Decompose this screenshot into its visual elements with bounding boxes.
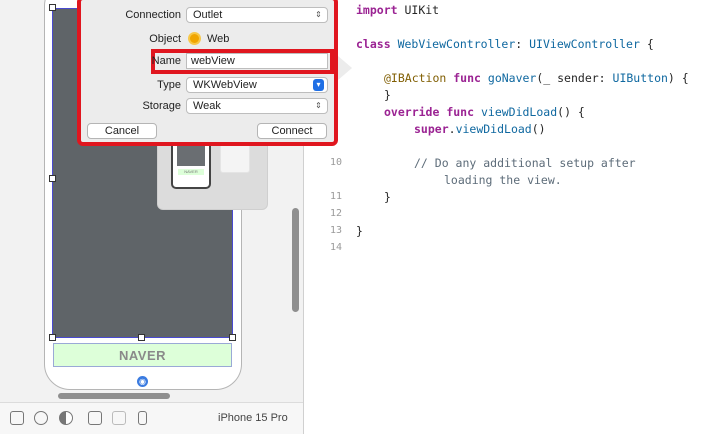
code-line: }	[384, 88, 391, 102]
code-line: class WebViewController: UIViewControlle…	[356, 37, 654, 51]
connection-value: Outlet	[193, 9, 223, 21]
line-number: 12	[329, 208, 342, 219]
accessibility-icon[interactable]	[34, 411, 48, 425]
line-number: 14	[329, 242, 342, 253]
storage-select[interactable]: Weak ⇕	[186, 98, 328, 114]
thumbnail-button: NAVER	[178, 169, 204, 175]
cancel-button[interactable]: Cancel	[87, 123, 157, 139]
code-line: super.viewDidLoad()	[414, 122, 546, 136]
name-label: Name	[151, 55, 181, 67]
type-select[interactable]: WKWebView ▾	[186, 77, 328, 93]
view-controller-icon	[188, 32, 201, 45]
connection-select[interactable]: Outlet ⇕	[186, 7, 328, 23]
type-label: Type	[157, 79, 181, 91]
storage-label: Storage	[142, 100, 181, 112]
resize-handle[interactable]	[49, 175, 56, 182]
code-line: loading the view.	[444, 173, 562, 187]
naver-button[interactable]: NAVER	[53, 343, 232, 367]
device-icon[interactable]	[138, 411, 147, 425]
line-number: 11	[329, 191, 342, 202]
code-line: import UIKit	[356, 3, 440, 17]
device-selector[interactable]: iPhone 15 Pro	[218, 412, 288, 424]
chevron-updown-icon: ⇕	[315, 10, 322, 19]
popover-arrow	[338, 56, 352, 80]
code-line: }	[384, 190, 391, 204]
object-value: Web	[207, 33, 230, 45]
storage-value: Weak	[193, 100, 221, 112]
line-number: 13	[329, 225, 342, 236]
code-line: // Do any additional setup after	[414, 156, 636, 170]
resize-handle[interactable]	[229, 334, 236, 341]
naver-button-label: NAVER	[118, 347, 167, 363]
connection-label: Connection	[125, 9, 181, 21]
chevron-updown-icon: ⇕	[315, 101, 322, 110]
chevron-down-icon: ▾	[313, 79, 324, 91]
resize-handle[interactable]	[49, 334, 56, 341]
appearance-icon[interactable]	[59, 411, 73, 425]
name-field[interactable]: webView	[186, 53, 328, 69]
line-number: 10	[329, 157, 342, 168]
globe-icon: ◉	[137, 376, 148, 387]
resize-handle[interactable]	[138, 334, 145, 341]
object-label: Object	[149, 33, 181, 45]
code-token: UIKit	[404, 3, 440, 17]
connect-button[interactable]: Connect	[257, 123, 327, 139]
layout-icon[interactable]	[112, 411, 126, 425]
orientation-icon[interactable]	[88, 411, 102, 425]
type-value: WKWebView	[193, 79, 257, 91]
connection-popover: Connection Outlet ⇕ Object Web Name webV…	[77, 0, 338, 146]
sidebar-toggle-icon[interactable]	[10, 411, 24, 425]
horizontal-scrollbar[interactable]	[58, 393, 170, 399]
vertical-scrollbar[interactable]	[292, 208, 299, 312]
code-line: @IBAction func goNaver(_ sender: UIButto…	[384, 71, 689, 85]
code-line: }	[356, 224, 363, 238]
resize-handle[interactable]	[49, 4, 56, 11]
code-line: override func viewDidLoad() {	[384, 105, 585, 119]
canvas-toolbar: iPhone 15 Pro	[0, 402, 303, 434]
code-editor[interactable]: import UIKit class WebViewController: UI…	[304, 0, 716, 434]
